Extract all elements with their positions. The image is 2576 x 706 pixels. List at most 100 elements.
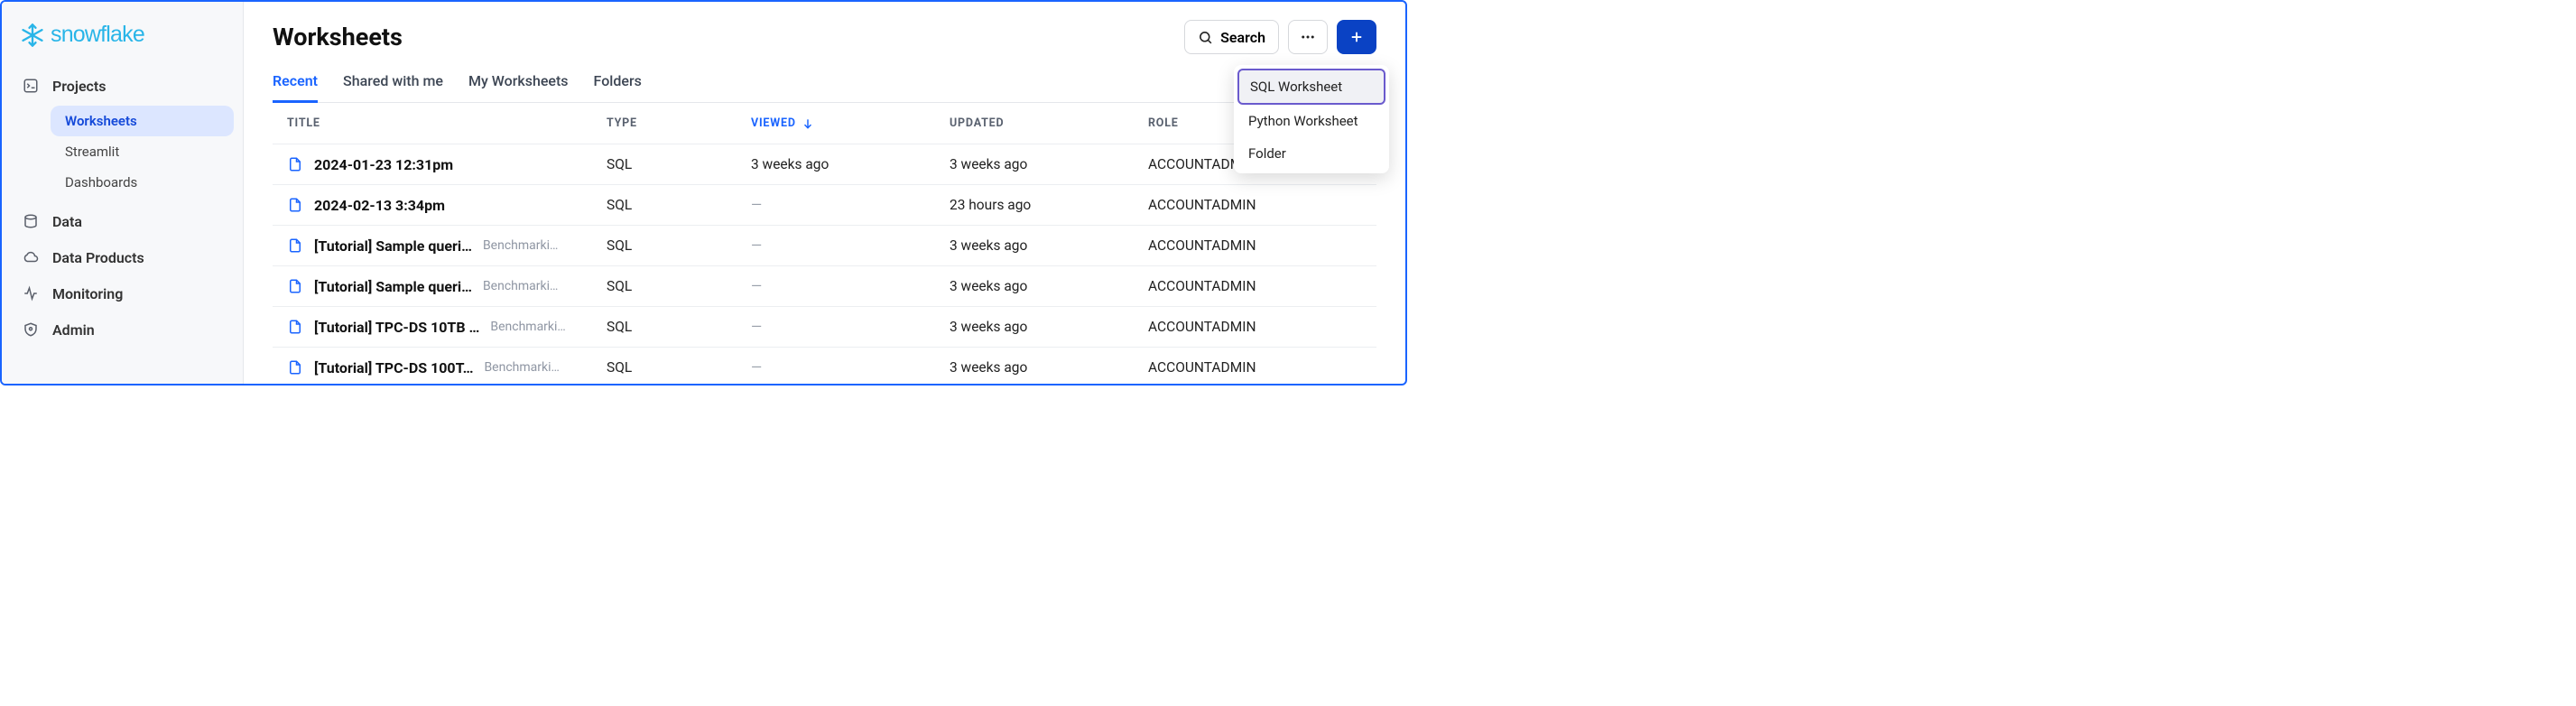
nav-label: Projects	[52, 78, 107, 95]
page-title: Worksheets	[273, 23, 403, 51]
sidebar: snowflake Projects Worksheets Streamlit …	[2, 2, 244, 384]
nav-item-data-products[interactable]: Data Products	[11, 239, 234, 275]
nav-label: Monitoring	[52, 285, 123, 302]
dropdown-item-folder[interactable]: Folder	[1237, 137, 1385, 170]
cell-type: SQL	[607, 197, 751, 213]
cell-updated: 3 weeks ago	[950, 359, 1148, 376]
cell-type: SQL	[607, 278, 751, 294]
cell-role: ACCOUNTADMIN	[1148, 278, 1376, 294]
more-button[interactable]	[1288, 20, 1328, 54]
table-row[interactable]: [Tutorial] TPC-DS 100T…Benchmarki…SQL—3 …	[273, 348, 1376, 384]
cell-title: [Tutorial] TPC-DS 100T…Benchmarki…	[273, 359, 607, 376]
row-title: [Tutorial] Sample queri…	[314, 237, 472, 255]
tab-folders[interactable]: Folders	[594, 65, 642, 103]
nav-item-admin[interactable]: Admin	[11, 311, 234, 348]
table-row[interactable]: 2024-02-13 3:34pmSQL—23 hours agoACCOUNT…	[273, 185, 1376, 226]
brand-logo[interactable]: snowflake	[11, 14, 234, 68]
cell-viewed: —	[751, 278, 950, 294]
cell-type: SQL	[607, 319, 751, 335]
row-title: 2024-02-13 3:34pm	[314, 197, 445, 214]
database-icon	[22, 212, 40, 230]
sub-item-dashboards[interactable]: Dashboards	[51, 167, 234, 198]
add-button[interactable]	[1337, 20, 1376, 54]
table-row[interactable]: [Tutorial] Sample queri… Benchmarki… SQL—3…	[273, 226, 1376, 266]
cell-role: ACCOUNTADMIN	[1148, 237, 1376, 254]
cell-updated: 3 weeks ago	[950, 319, 1148, 335]
action-row: Search	[1184, 20, 1376, 54]
nav-sublist-projects: Worksheets Streamlit Dashboards	[42, 106, 234, 198]
shield-icon	[22, 320, 40, 339]
th-type[interactable]: TYPE	[607, 116, 751, 130]
cell-updated: 3 weeks ago	[950, 237, 1148, 254]
arrow-down-icon	[802, 117, 814, 130]
nav-group: Projects Worksheets Streamlit Dashboards…	[11, 68, 234, 348]
search-label: Search	[1220, 29, 1265, 46]
cell-title: [Tutorial] Sample queri… Benchmarki…	[273, 237, 607, 255]
cell-updated: 3 weeks ago	[950, 278, 1148, 294]
tab-recent[interactable]: Recent	[273, 65, 318, 103]
file-icon	[287, 237, 303, 254]
brand-name: snowflake	[51, 22, 144, 48]
cell-title: [Tutorial] Sample queri… Benchmarki…	[273, 278, 607, 295]
row-title: 2024-01-23 12:31pm	[314, 156, 453, 173]
cell-updated: 3 weeks ago	[950, 156, 1148, 172]
cell-viewed: —	[751, 319, 950, 335]
nav-label: Data Products	[52, 249, 144, 266]
nav-label: Data	[52, 213, 82, 230]
tab-shared-with-me[interactable]: Shared with me	[343, 65, 443, 103]
row-title: [Tutorial] TPC-DS 10TB …	[314, 319, 479, 336]
dropdown-item-python-worksheet[interactable]: Python Worksheet	[1237, 105, 1385, 137]
cell-viewed: —	[751, 197, 950, 213]
cell-title: 2024-01-23 12:31pm	[273, 156, 607, 173]
plus-icon	[1348, 29, 1365, 45]
table-row[interactable]: 2024-01-23 12:31pmSQL3 weeks ago3 weeks …	[273, 144, 1376, 185]
cell-type: SQL	[607, 237, 751, 254]
sub-item-streamlit[interactable]: Streamlit	[51, 136, 234, 167]
file-icon	[287, 359, 303, 376]
cell-role: ACCOUNTADMIN	[1148, 319, 1376, 335]
cell-role: ACCOUNTADMIN	[1148, 359, 1376, 376]
search-icon	[1198, 30, 1213, 45]
nav-item-monitoring[interactable]: Monitoring	[11, 275, 234, 311]
cell-viewed: —	[751, 359, 950, 376]
header-row: Worksheets Search	[273, 20, 1376, 54]
file-icon	[287, 278, 303, 294]
cell-type: SQL	[607, 156, 751, 172]
th-title[interactable]: TITLE	[273, 116, 607, 130]
cell-title: [Tutorial] TPC-DS 10TB … Benchmarki…	[273, 319, 607, 336]
file-icon	[287, 156, 303, 172]
row-subtitle: Benchmarki…	[483, 279, 558, 293]
row-subtitle: Benchmarki…	[490, 320, 565, 334]
table-row[interactable]: [Tutorial] Sample queri… Benchmarki… SQL—3…	[273, 266, 1376, 307]
sub-item-worksheets[interactable]: Worksheets	[51, 106, 234, 136]
nav-item-projects[interactable]: Projects	[11, 68, 234, 104]
row-title: [Tutorial] Sample queri…	[314, 278, 472, 295]
add-dropdown: SQL Worksheet Python Worksheet Folder	[1234, 65, 1389, 173]
activity-icon	[22, 284, 40, 302]
th-viewed-label: VIEWED	[751, 116, 796, 130]
cell-viewed: —	[751, 237, 950, 254]
dropdown-item-sql-worksheet[interactable]: SQL Worksheet	[1237, 69, 1385, 105]
cell-title: 2024-02-13 3:34pm	[273, 197, 607, 214]
cell-type: SQL	[607, 359, 751, 376]
terminal-icon	[22, 77, 40, 95]
cell-role: ACCOUNTADMIN	[1148, 197, 1376, 213]
main-content: Worksheets Search Recent Shared with me …	[244, 2, 1405, 384]
row-subtitle: Benchmarki…	[483, 238, 558, 253]
file-icon	[287, 197, 303, 213]
more-horizontal-icon	[1300, 29, 1316, 45]
search-button[interactable]: Search	[1184, 20, 1279, 54]
table-row[interactable]: [Tutorial] TPC-DS 10TB … Benchmarki… SQL—3…	[273, 307, 1376, 348]
tabs: Recent Shared with me My Worksheets Fold…	[273, 65, 1376, 103]
cloud-icon	[22, 248, 40, 266]
table-head: TITLE TYPE VIEWED UPDATED ROLE	[273, 103, 1376, 144]
th-viewed[interactable]: VIEWED	[751, 116, 950, 130]
nav-label: Admin	[52, 321, 95, 339]
snowflake-icon	[20, 23, 45, 48]
tab-my-worksheets[interactable]: My Worksheets	[468, 65, 569, 103]
th-updated[interactable]: UPDATED	[950, 116, 1148, 130]
cell-viewed: 3 weeks ago	[751, 156, 950, 172]
row-title: [Tutorial] TPC-DS 100T…	[314, 359, 473, 376]
app-frame: snowflake Projects Worksheets Streamlit …	[0, 0, 1407, 386]
nav-item-data[interactable]: Data	[11, 203, 234, 239]
